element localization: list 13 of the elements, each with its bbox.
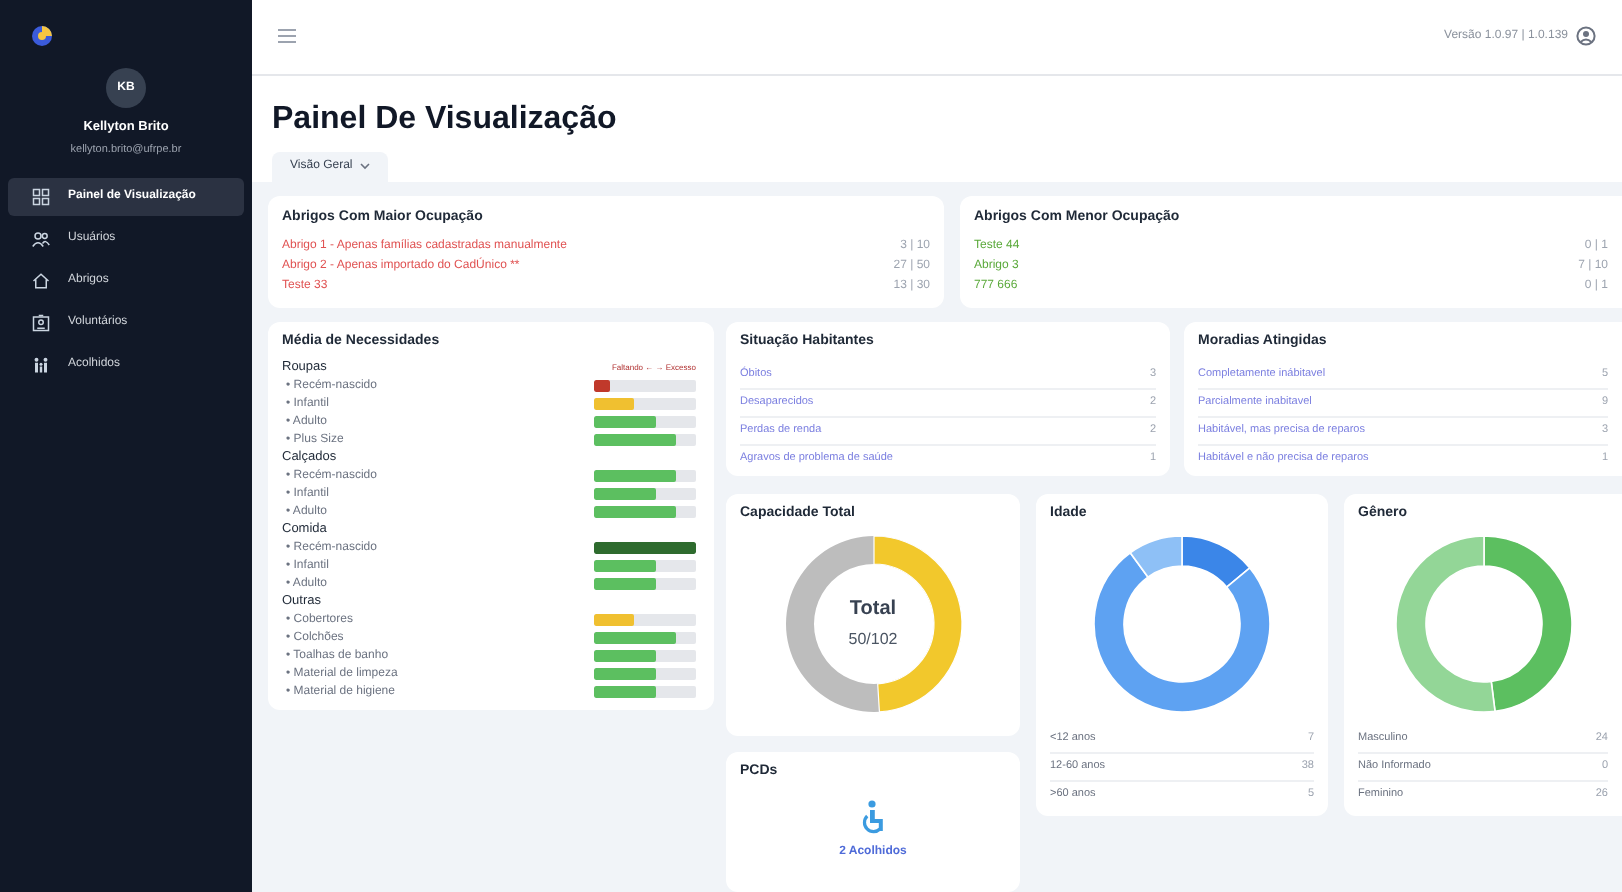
menu-icon[interactable] bbox=[278, 28, 296, 45]
house-icon bbox=[32, 272, 50, 290]
total-label: Total bbox=[849, 596, 897, 624]
badge-icon bbox=[32, 314, 50, 332]
user-icon[interactable] bbox=[1576, 26, 1596, 47]
logo-icon bbox=[30, 24, 54, 48]
wheelchair-icon bbox=[859, 799, 887, 835]
total-value: 50/102 bbox=[848, 628, 898, 652]
dashboard-icon bbox=[32, 188, 50, 206]
people-icon bbox=[32, 230, 50, 248]
page-title: Painel De Visualização bbox=[272, 103, 619, 135]
chevron-icon bbox=[360, 162, 371, 170]
family-icon bbox=[32, 356, 50, 374]
